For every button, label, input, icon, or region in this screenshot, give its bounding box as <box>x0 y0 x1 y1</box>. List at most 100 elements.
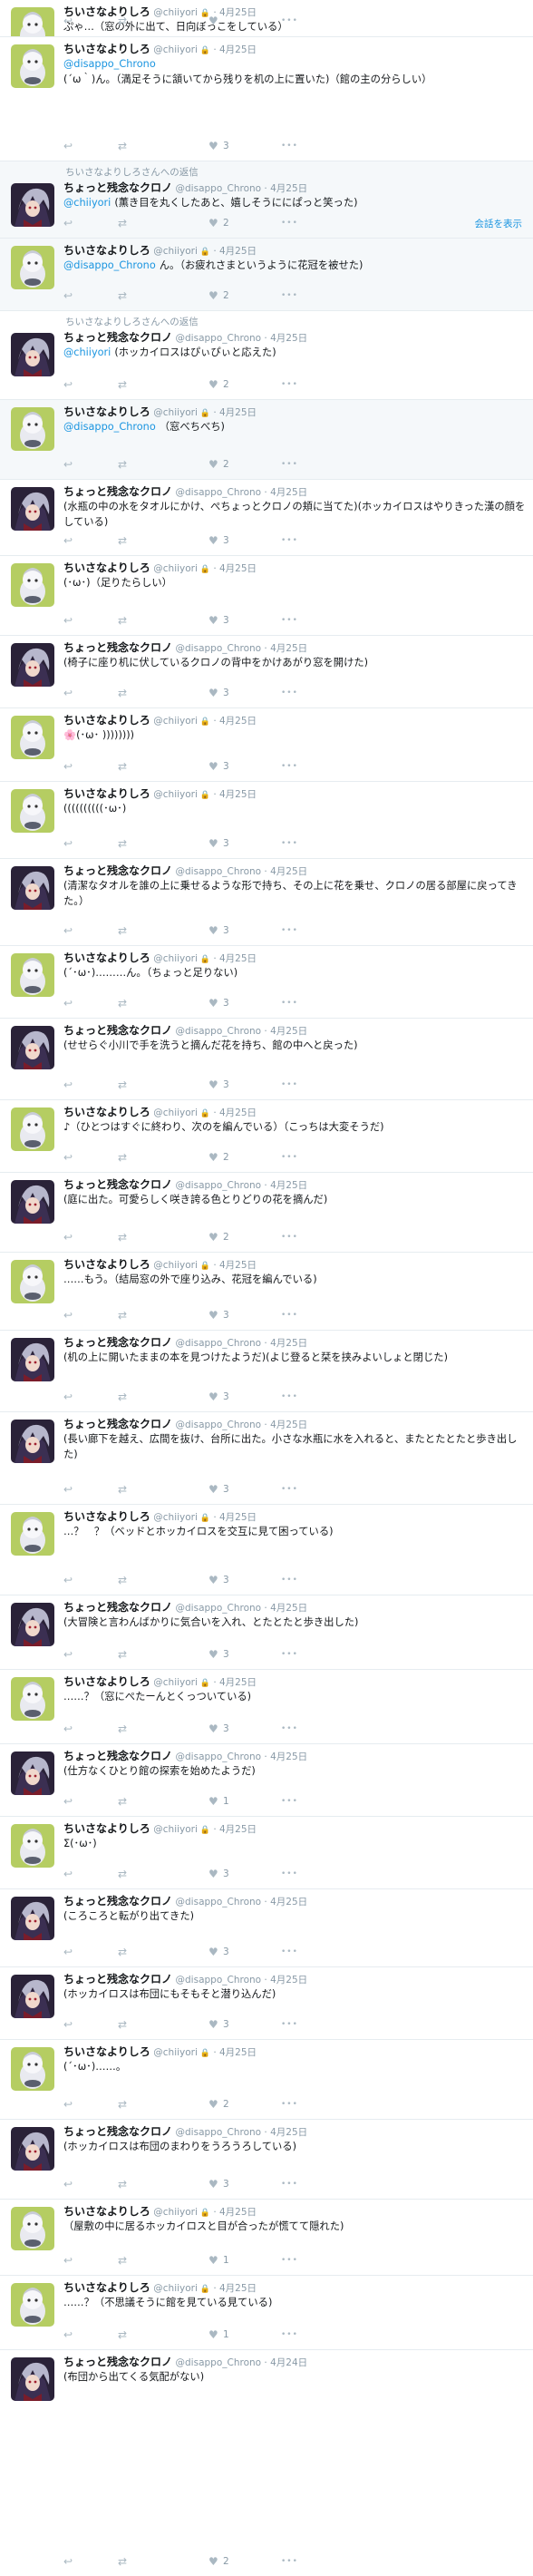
tweet[interactable]: ちょっと残念なクロノ @disappo_Chrono · 4月25日 (長い廊下を… <box>0 1411 533 1504</box>
heart-icon[interactable]: ♥ <box>208 997 218 1010</box>
retweet-icon[interactable]: ⇄ <box>118 534 127 547</box>
retweet-icon[interactable]: ⇄ <box>118 2254 127 2267</box>
retweet-icon[interactable]: ⇄ <box>118 1231 127 1244</box>
tweet-date[interactable]: 4月25日 <box>219 1107 257 1118</box>
avatar[interactable] <box>11 716 54 759</box>
retweet-icon[interactable]: ⇄ <box>118 289 127 302</box>
mention-link[interactable]: @chiiyori <box>63 197 111 209</box>
retweet-icon[interactable]: ⇄ <box>118 217 127 229</box>
more-dots-icon[interactable]: ••• <box>281 140 298 152</box>
heart-icon[interactable]: ♥ <box>208 2328 218 2341</box>
more-dots-icon[interactable]: ••• <box>281 1390 298 1403</box>
avatar[interactable] <box>11 1603 54 1646</box>
tweet-date[interactable]: 4月25日 <box>270 643 307 654</box>
tweet[interactable]: ちいさなよりしろ @chiiyori 🔒 · 4月25日 (･ω･)（足りたらしい… <box>0 555 533 635</box>
reply-icon[interactable]: ↩ <box>63 997 73 1010</box>
tweet[interactable]: ちょっと残念なクロノ @disappo_Chrono · 4月25日 (仕方なくひ… <box>0 1743 533 1816</box>
tweet-date[interactable]: 4月25日 <box>270 1751 307 1762</box>
more-dots-icon[interactable]: ••• <box>281 1078 298 1091</box>
retweet-icon[interactable]: ⇄ <box>118 140 127 152</box>
tweet[interactable]: ちいさなよりしろ @chiiyori 🔒 · 4月25日 ♪（ひとつはすぐに終わり… <box>0 1099 533 1172</box>
tweet-date[interactable]: 4月25日 <box>219 1512 257 1523</box>
retweet-icon[interactable]: ⇄ <box>118 15 127 27</box>
tweet-date[interactable]: 4月25日 <box>219 789 257 800</box>
retweet-icon[interactable]: ⇄ <box>118 1795 127 1808</box>
heart-icon[interactable]: ♥ <box>208 458 218 471</box>
more-dots-icon[interactable]: ••• <box>281 378 298 391</box>
heart-icon[interactable]: ♥ <box>208 1722 218 1735</box>
reply-icon[interactable]: ↩ <box>63 534 73 547</box>
tweet[interactable]: ちょっと残念なクロノ @disappo_Chrono · 4月25日 (庭に出た。… <box>0 1172 533 1252</box>
more-dots-icon[interactable]: ••• <box>281 2018 298 2031</box>
tweet-date[interactable]: 4月25日 <box>219 44 257 55</box>
avatar[interactable] <box>11 1180 54 1224</box>
tweet[interactable]: ちいさなよりしろ @chiiyori 🔒 · 4月25日 🌸(･ω･ ))))))… <box>0 707 533 781</box>
tweet[interactable]: ちょっと残念なクロノ @disappo_Chrono · 4月25日 (清潔なタオ… <box>0 858 533 945</box>
heart-icon[interactable]: ♥ <box>208 2098 218 2111</box>
more-dots-icon[interactable]: ••• <box>281 924 298 937</box>
avatar[interactable] <box>11 1677 54 1721</box>
tweet[interactable]: ちょっと残念なクロノ @disappo_Chrono · 4月25日 (せせらぐ小… <box>0 1018 533 1099</box>
tweet-date[interactable]: 4月25日 <box>270 1603 307 1614</box>
heart-icon[interactable]: ♥ <box>208 2254 218 2267</box>
reply-icon[interactable]: ↩ <box>63 1151 73 1164</box>
retweet-icon[interactable]: ⇄ <box>118 1648 127 1661</box>
tweet-date[interactable]: 4月25日 <box>270 1420 307 1430</box>
avatar[interactable] <box>11 953 54 997</box>
tweet[interactable]: ちいさなよりしろ @chiiyori 🔒 · 4月25日 @disappo_Chr… <box>0 399 533 479</box>
reply-icon[interactable]: ↩ <box>63 1722 73 1735</box>
heart-icon[interactable]: ♥ <box>208 378 218 391</box>
reply-icon[interactable]: ↩ <box>63 1795 73 1808</box>
heart-icon[interactable]: ♥ <box>208 614 218 627</box>
more-dots-icon[interactable]: ••• <box>281 1795 298 1808</box>
more-dots-icon[interactable]: ••• <box>281 2098 298 2111</box>
reply-icon[interactable]: ↩ <box>63 1483 73 1496</box>
reply-icon[interactable]: ↩ <box>63 1648 73 1661</box>
more-dots-icon[interactable]: ••• <box>281 997 298 1010</box>
reply-icon[interactable]: ↩ <box>63 378 73 391</box>
tweet-date[interactable]: 4月25日 <box>219 1824 257 1835</box>
heart-icon[interactable]: ♥ <box>208 1574 218 1586</box>
tweet-date[interactable]: 4月25日 <box>270 2127 307 2138</box>
more-dots-icon[interactable]: ••• <box>281 1946 298 1958</box>
avatar[interactable] <box>11 1512 54 1556</box>
more-dots-icon[interactable]: ••• <box>281 2555 298 2568</box>
tweet-date[interactable]: 4月25日 <box>219 407 257 418</box>
retweet-icon[interactable]: ⇄ <box>118 2018 127 2031</box>
tweet-date[interactable]: 4月25日 <box>270 333 307 344</box>
more-dots-icon[interactable]: ••• <box>281 458 298 471</box>
reply-icon[interactable]: ↩ <box>63 687 73 699</box>
retweet-icon[interactable]: ⇄ <box>118 2328 127 2341</box>
more-dots-icon[interactable]: ••• <box>281 15 298 27</box>
heart-icon[interactable]: ♥ <box>208 924 218 937</box>
more-dots-icon[interactable]: ••• <box>281 2328 298 2341</box>
reply-icon[interactable]: ↩ <box>63 2098 73 2111</box>
tweet-date[interactable]: 4月25日 <box>270 1975 307 1986</box>
reply-icon[interactable]: ↩ <box>63 1574 73 1586</box>
retweet-icon[interactable]: ⇄ <box>118 2178 127 2191</box>
tweet-date[interactable]: 4月25日 <box>270 183 307 194</box>
tweet-date[interactable]: 4月25日 <box>219 2047 257 2058</box>
tweet[interactable]: ちいさなよりしろ @chiiyori 🔒 · 4月25日 ぷゃ…（窓の外に出て、日… <box>0 0 533 36</box>
avatar[interactable] <box>11 563 54 607</box>
tweet[interactable]: ちいさなよりしろ @chiiyori 🔒 · 4月25日 …？ ？（ベッドとホッカ… <box>0 1504 533 1595</box>
heart-icon[interactable]: ♥ <box>208 687 218 699</box>
heart-icon[interactable]: ♥ <box>208 1795 218 1808</box>
tweet-date[interactable]: 4月25日 <box>219 1260 257 1271</box>
heart-icon[interactable]: ♥ <box>208 2555 218 2568</box>
heart-icon[interactable]: ♥ <box>208 1648 218 1661</box>
tweet-date[interactable]: 4月24日 <box>270 2357 307 2368</box>
reply-icon[interactable]: ↩ <box>63 837 73 850</box>
tweet[interactable]: ちいさなよりしろ @chiiyori 🔒 · 4月25日 ……もう。（結局窓の外で… <box>0 1252 533 1330</box>
reply-icon[interactable]: ↩ <box>63 15 73 27</box>
avatar[interactable] <box>11 487 54 531</box>
reply-icon[interactable]: ↩ <box>63 1078 73 1091</box>
retweet-icon[interactable]: ⇄ <box>118 378 127 391</box>
reply-icon[interactable]: ↩ <box>63 614 73 627</box>
avatar[interactable] <box>11 1338 54 1381</box>
avatar[interactable] <box>11 7 54 36</box>
tweet-date[interactable]: 4月25日 <box>270 1026 307 1037</box>
retweet-icon[interactable]: ⇄ <box>118 837 127 850</box>
tweet[interactable]: ちょっと残念なクロノ @disappo_Chrono · 4月25日 (ころころと… <box>0 1888 533 1966</box>
mention-link[interactable]: @disappo_Chrono <box>63 259 156 271</box>
